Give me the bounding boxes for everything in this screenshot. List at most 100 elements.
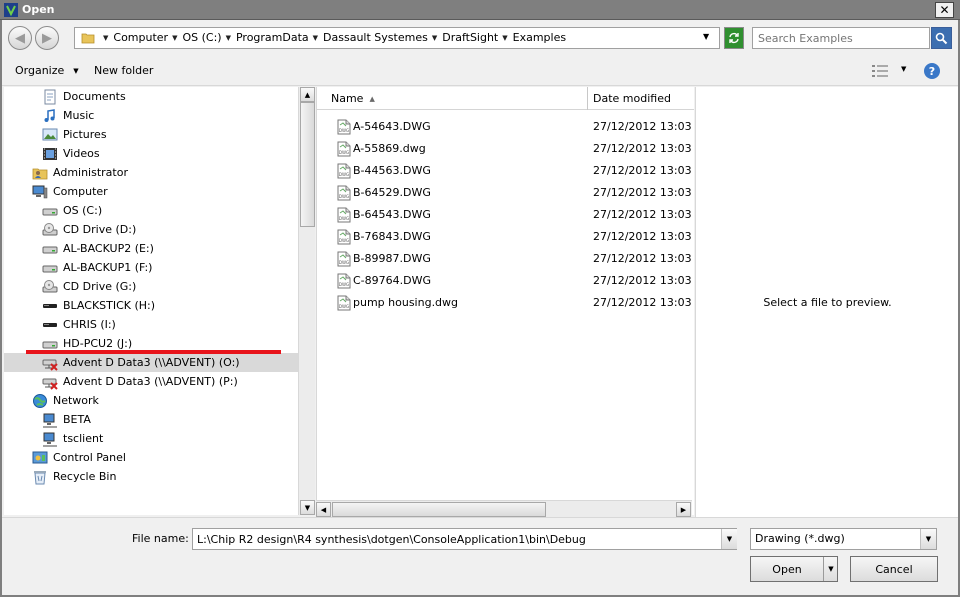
- search-icon: [935, 32, 948, 44]
- nav-tree-item[interactable]: BLACKSTICK (H:): [4, 296, 298, 315]
- column-name-label: Name: [331, 92, 364, 105]
- forward-button[interactable]: ▶: [35, 26, 59, 50]
- breadcrumb-chevron-icon[interactable]: ▼: [313, 34, 318, 42]
- breadcrumb-item[interactable]: ProgramData: [236, 31, 309, 44]
- file-name: A-55869.dwg: [353, 142, 426, 155]
- preview-placeholder-text: Select a file to preview.: [763, 296, 892, 309]
- nav-tree-item[interactable]: OS (C:): [4, 201, 298, 220]
- refresh-button[interactable]: [724, 27, 744, 49]
- breadcrumb-chevron-icon[interactable]: ▼: [103, 34, 108, 42]
- file-name-dropdown-icon[interactable]: ▼: [721, 529, 737, 549]
- search-input[interactable]: [752, 27, 930, 49]
- nav-tree-item[interactable]: BETA: [4, 410, 298, 429]
- breadcrumb-item[interactable]: DraftSight: [442, 31, 498, 44]
- file-name: B-64529.DWG: [353, 186, 431, 199]
- help-button[interactable]: ?: [924, 63, 940, 79]
- file-name: A-54643.DWG: [353, 120, 431, 133]
- title-bar[interactable]: Open ✕: [0, 0, 960, 20]
- dwg-file-icon: DWG: [337, 141, 351, 157]
- address-history-dropdown-icon[interactable]: ▼: [703, 32, 709, 41]
- breadcrumb-chevron-icon[interactable]: ▼: [432, 34, 437, 42]
- file-list-horizontal-scrollbar[interactable]: ◀ ▶: [316, 500, 692, 517]
- file-row[interactable]: DWG B-64529.DWG 27/12/2012 13:03: [317, 182, 694, 204]
- scrollbar-thumb[interactable]: [332, 502, 546, 517]
- scrollbar-thumb[interactable]: [300, 102, 315, 227]
- breadcrumb-chevron-icon[interactable]: ▼: [502, 34, 507, 42]
- file-list-header: Name ▲ Date modified: [317, 87, 694, 110]
- file-row[interactable]: DWG A-55869.dwg 27/12/2012 13:03: [317, 138, 694, 160]
- view-details-icon[interactable]: [872, 65, 888, 77]
- breadcrumb-item[interactable]: Examples: [513, 31, 566, 44]
- file-date-modified: 27/12/2012 13:03: [593, 142, 692, 155]
- svg-text:DWG: DWG: [339, 150, 349, 155]
- close-button[interactable]: ✕: [935, 2, 954, 18]
- nav-tree-item[interactable]: Advent D Data3 (\\ADVENT) (O:): [4, 353, 298, 372]
- network-icon: [33, 393, 47, 408]
- navigation-pane[interactable]: Documents Music Pictures Videos Administrato…: [4, 87, 298, 515]
- scroll-right-arrow-icon[interactable]: ▶: [676, 502, 691, 517]
- nav-tree-item[interactable]: Administrator: [4, 163, 298, 182]
- file-row[interactable]: DWG B-76843.DWG 27/12/2012 13:03: [317, 226, 694, 248]
- nav-tree-item[interactable]: AL-BACKUP1 (F:): [4, 258, 298, 277]
- nav-tree-item[interactable]: Network: [4, 391, 298, 410]
- svg-text:DWG: DWG: [339, 128, 349, 133]
- nav-tree-item[interactable]: CHRIS (I:): [4, 315, 298, 334]
- back-button[interactable]: ◀: [8, 26, 32, 50]
- breadcrumb: ▼ Computer ▼ OS (C:) ▼ ProgramData ▼ Dassault S…: [99, 31, 566, 44]
- search-button[interactable]: [931, 27, 952, 49]
- cancel-button[interactable]: Cancel: [850, 556, 938, 582]
- file-row[interactable]: DWG A-54643.DWG 27/12/2012 13:03: [317, 116, 694, 138]
- breadcrumb-item[interactable]: Dassault Systemes: [323, 31, 428, 44]
- nav-tree-item[interactable]: AL-BACKUP2 (E:): [4, 239, 298, 258]
- nav-tree-item[interactable]: Advent D Data3 (\\ADVENT) (P:): [4, 372, 298, 391]
- svg-text:DWG: DWG: [339, 304, 349, 309]
- file-date-modified: 27/12/2012 13:03: [593, 274, 692, 287]
- svg-text:DWG: DWG: [339, 172, 349, 177]
- nav-tree-item[interactable]: Control Panel: [4, 448, 298, 467]
- breadcrumb-chevron-icon[interactable]: ▼: [172, 34, 177, 42]
- window-title: Open: [22, 3, 55, 16]
- open-button[interactable]: Open ▼: [750, 556, 838, 582]
- breadcrumb-item[interactable]: Computer: [113, 31, 168, 44]
- new-folder-button[interactable]: New folder: [94, 64, 153, 77]
- organize-button[interactable]: Organize ▼: [15, 64, 79, 77]
- file-row[interactable]: DWG B-44563.DWG 27/12/2012 13:03: [317, 160, 694, 182]
- nav-tree-item[interactable]: Computer: [4, 182, 298, 201]
- nav-tree-item-label: CHRIS (I:): [63, 318, 116, 331]
- breadcrumb-item[interactable]: OS (C:): [182, 31, 221, 44]
- column-header-date-modified[interactable]: Date modified: [589, 87, 694, 110]
- navigation-pane-scrollbar[interactable]: ▲ ▼: [298, 87, 315, 515]
- nav-tree-item[interactable]: Recycle Bin: [4, 467, 298, 486]
- dialog-footer: File name: ▼ Drawing (*.dwg) ▼ Open ▼ Ca…: [2, 517, 958, 595]
- view-options-dropdown-icon[interactable]: ▼: [901, 65, 906, 73]
- nav-tree-item[interactable]: tsclient: [4, 429, 298, 448]
- nav-tree-item[interactable]: Videos: [4, 144, 298, 163]
- svg-text:DWG: DWG: [339, 238, 349, 243]
- nav-tree-item[interactable]: CD Drive (D:): [4, 220, 298, 239]
- scroll-down-arrow-icon[interactable]: ▼: [300, 500, 315, 515]
- nav-tree-item[interactable]: CD Drive (G:): [4, 277, 298, 296]
- address-bar[interactable]: ▼ Computer ▼ OS (C:) ▼ ProgramData ▼ Dassault S…: [74, 27, 720, 49]
- file-name: B-76843.DWG: [353, 230, 431, 243]
- column-header-name[interactable]: Name ▲: [317, 87, 588, 110]
- file-row[interactable]: DWG B-64543.DWG 27/12/2012 13:03: [317, 204, 694, 226]
- breadcrumb-chevron-icon[interactable]: ▼: [226, 34, 231, 42]
- nav-tree-item-label: BLACKSTICK (H:): [63, 299, 156, 312]
- nav-tree-item-label: OS (C:): [63, 204, 103, 217]
- nav-tree-item[interactable]: Music: [4, 106, 298, 125]
- file-name-input[interactable]: [192, 528, 737, 550]
- file-type-select[interactable]: Drawing (*.dwg): [750, 528, 937, 550]
- nav-tree-item[interactable]: Pictures: [4, 125, 298, 144]
- open-options-dropdown-icon[interactable]: ▼: [823, 557, 838, 581]
- hard-drive-icon: [42, 246, 58, 253]
- file-row[interactable]: DWG pump housing.dwg 27/12/2012 13:03: [317, 292, 694, 314]
- scroll-up-arrow-icon[interactable]: ▲: [300, 87, 315, 102]
- file-row[interactable]: DWG B-89987.DWG 27/12/2012 13:03: [317, 248, 694, 270]
- nav-tree-item[interactable]: Documents: [4, 87, 298, 106]
- file-list-pane[interactable]: Name ▲ Date modified DWG A-54643.DWG 27/12…: [316, 87, 694, 515]
- scroll-left-arrow-icon[interactable]: ◀: [316, 502, 331, 517]
- recycle-bin-icon: [34, 470, 46, 484]
- file-row[interactable]: DWG C-89764.DWG 27/12/2012 13:03: [317, 270, 694, 292]
- file-type-dropdown-icon[interactable]: ▼: [920, 529, 936, 549]
- nav-tree-item-label: CD Drive (D:): [63, 223, 137, 236]
